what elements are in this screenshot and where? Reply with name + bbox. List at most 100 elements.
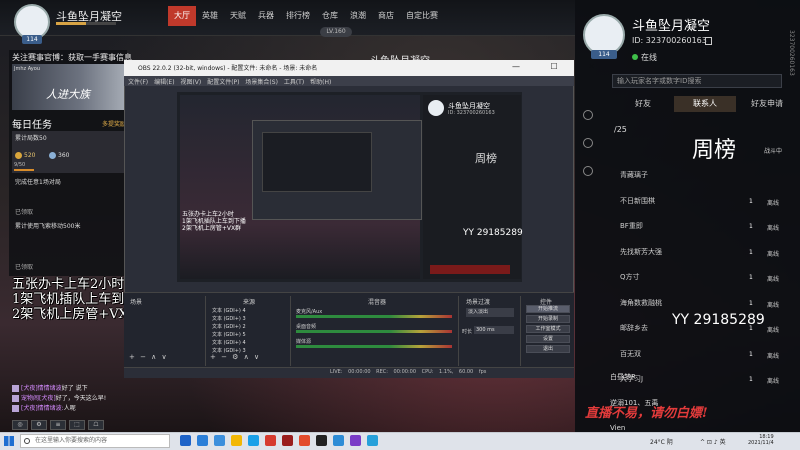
system-tray[interactable]: ^ ⊡ ♪ 英 bbox=[700, 437, 726, 446]
duration-input[interactable]: 300 ms bbox=[474, 326, 514, 334]
chat-nick[interactable]: [犬夜]情情绪波: bbox=[21, 405, 64, 412]
source-item[interactable]: 文本 (GDI+) 2 bbox=[212, 323, 246, 331]
friend-row[interactable]: BF重即 1 离线 bbox=[612, 217, 790, 243]
stream-overlay-line: 2架飞机上房管+VX群 bbox=[12, 307, 141, 322]
control-button[interactable]: 开始推流 bbox=[526, 305, 570, 313]
taskbar-app-icon[interactable] bbox=[248, 435, 259, 446]
taskbar-app-icon[interactable] bbox=[367, 435, 378, 446]
friend-count: /25 bbox=[614, 125, 627, 134]
friend-count-value: 1 bbox=[749, 197, 753, 205]
obs-menu-item[interactable]: 视图(V) bbox=[180, 79, 201, 86]
friend-count-value: 1 bbox=[749, 274, 753, 281]
copy-icon[interactable] bbox=[705, 37, 712, 45]
toolbar-icon-button[interactable]: ◎ bbox=[12, 420, 28, 430]
taskbar-app-icon[interactable] bbox=[316, 435, 327, 446]
profile-status[interactable]: 在线 bbox=[641, 52, 657, 63]
notice-text[interactable]: 关注赛事官博：获取一手赛事信息 bbox=[12, 52, 132, 63]
chat-nick[interactable]: 宠物闹[犬夜] bbox=[21, 395, 56, 402]
friend-row[interactable]: 百无双 1 离线 bbox=[612, 345, 790, 371]
nav-tab[interactable]: 仓库 bbox=[316, 6, 344, 26]
nav-tab[interactable]: 排行榜 bbox=[280, 6, 316, 26]
nav-tab[interactable]: 自定比赛 bbox=[400, 6, 444, 26]
friends-tab[interactable]: 好友申请 bbox=[736, 96, 798, 112]
obs-menu-item[interactable]: 场景集合(S) bbox=[245, 79, 278, 86]
taskbar-app-icon[interactable] bbox=[197, 435, 208, 446]
mixer-channel-label: 麦克风/Aux bbox=[296, 309, 323, 315]
source-item[interactable]: 文本 (GDI+) 3 bbox=[212, 315, 246, 323]
friend-name: 海角数救融桃 bbox=[620, 298, 662, 307]
taskbar-app-icon[interactable] bbox=[180, 435, 191, 446]
source-toolbar[interactable]: + − ⚙ ∧ ∨ bbox=[210, 353, 259, 361]
control-button[interactable]: 开始录制 bbox=[526, 315, 570, 323]
control-button[interactable]: 工作室模式 bbox=[526, 325, 570, 333]
obs-menu-item[interactable]: 帮助(H) bbox=[310, 79, 331, 86]
daily-more-link[interactable]: 多提奖励 bbox=[102, 119, 126, 128]
windows-start-icon[interactable] bbox=[4, 436, 14, 446]
nav-tab[interactable]: 兵器 bbox=[252, 6, 280, 26]
scene-toolbar[interactable]: + − ∧ ∨ bbox=[129, 353, 167, 361]
taskbar-app-icon[interactable] bbox=[350, 435, 361, 446]
banner-subtitle: Jmhz Ayou bbox=[14, 66, 40, 72]
taskbar-app-icon[interactable] bbox=[231, 435, 242, 446]
bell-icon[interactable] bbox=[583, 110, 593, 120]
friends-tab[interactable]: 好友 bbox=[612, 96, 674, 112]
obs-menu-item[interactable]: 编辑(E) bbox=[154, 79, 174, 86]
dock-divider[interactable] bbox=[290, 296, 291, 366]
friend-count-value: 1 bbox=[749, 376, 753, 383]
gear-icon[interactable] bbox=[583, 138, 593, 148]
nav-tab[interactable]: 大厅 bbox=[168, 6, 196, 26]
chat-text: 好了，今天这么早! bbox=[55, 395, 107, 402]
friends-tab[interactable]: 联系人 bbox=[674, 96, 736, 112]
taskbar-app-icon[interactable] bbox=[214, 435, 225, 446]
mixer-volume-meter[interactable] bbox=[296, 345, 452, 348]
friend-row[interactable]: Q方寸 1 离线 bbox=[612, 268, 790, 294]
dock-divider[interactable] bbox=[458, 296, 459, 366]
nav-tab[interactable]: 商店 bbox=[372, 6, 400, 26]
friend-row[interactable]: 不日新围棋 1 离线 bbox=[612, 192, 790, 218]
toolbar-icon-button[interactable]: ⬚ bbox=[69, 420, 85, 430]
transition-select[interactable]: 淡入淡出 bbox=[466, 308, 514, 317]
taskbar-search-input[interactable]: 在这里输入你要搜索的内容 bbox=[20, 434, 170, 448]
friend-status: 离线 bbox=[767, 378, 780, 385]
friend-row[interactable]: 青藏璃子 bbox=[612, 166, 790, 192]
toolbar-icon-button[interactable]: ≡ bbox=[50, 420, 66, 430]
toolbar-icon-button[interactable]: ☖ bbox=[88, 420, 104, 430]
clock[interactable]: 18:19 2021/11/4 bbox=[748, 434, 774, 446]
source-item[interactable]: 文本 (GDI+) 4 bbox=[212, 339, 246, 347]
chat-text: 人呢 bbox=[63, 405, 76, 412]
daily-tasks-title: 每日任务 bbox=[12, 120, 52, 131]
friend-name: 青藏璃子 bbox=[620, 171, 648, 179]
nav-tab[interactable]: 天赋 bbox=[224, 6, 252, 26]
taskbar-app-icon[interactable] bbox=[333, 435, 344, 446]
dock-divider[interactable] bbox=[205, 296, 206, 366]
control-button[interactable]: 设置 bbox=[526, 335, 570, 343]
friend-status: 离线 bbox=[767, 199, 780, 207]
chat-nick[interactable]: [犬夜]情情绪波 bbox=[21, 385, 62, 392]
obs-menu-item[interactable]: 工具(T) bbox=[284, 79, 304, 86]
taskbar-app-icon[interactable] bbox=[282, 435, 293, 446]
weather-widget[interactable]: 24°C 阴 bbox=[650, 437, 673, 446]
obs-menu-item[interactable]: 配置文件(P) bbox=[207, 79, 239, 86]
user-badge-icon bbox=[12, 395, 19, 402]
mixer-volume-meter[interactable] bbox=[296, 330, 452, 333]
control-button[interactable]: 退出 bbox=[526, 345, 570, 353]
friend-search-input[interactable]: 输入玩家名字或数字ID搜索 bbox=[612, 74, 782, 88]
chat-icon[interactable] bbox=[583, 166, 593, 176]
obs-menu-item[interactable]: 文件(F) bbox=[128, 79, 148, 86]
source-item[interactable]: 文本 (GDI+) 4 bbox=[212, 307, 246, 315]
friend-row[interactable]: 大学习J 1 离线 bbox=[612, 370, 790, 396]
nav-tab[interactable]: 浪潮 bbox=[344, 6, 372, 26]
source-item[interactable]: 文本 (GDI+) 5 bbox=[212, 331, 246, 339]
dock-divider[interactable] bbox=[520, 296, 521, 366]
nav-tab[interactable]: 英雄 bbox=[196, 6, 224, 26]
mixer-volume-meter[interactable] bbox=[296, 315, 452, 318]
stream-slogan: 直播不易，请勿白嫖! bbox=[585, 406, 708, 421]
task-progress-bar bbox=[14, 169, 34, 171]
taskbar-app-icon[interactable] bbox=[265, 435, 276, 446]
taskbar-app-icon[interactable] bbox=[299, 435, 310, 446]
toolbar-icon-button[interactable]: ⚙ bbox=[31, 420, 47, 430]
friend-row[interactable]: 先找斯芳大强 1 离线 bbox=[612, 243, 790, 269]
friend-name[interactable]: Vien bbox=[610, 424, 625, 432]
friend-name[interactable]: 白昼梦R bbox=[610, 372, 636, 382]
obs-status-text: LIVE: 00:00:00 REC: 00:00:00 CPU: 1.1%, … bbox=[330, 369, 487, 375]
